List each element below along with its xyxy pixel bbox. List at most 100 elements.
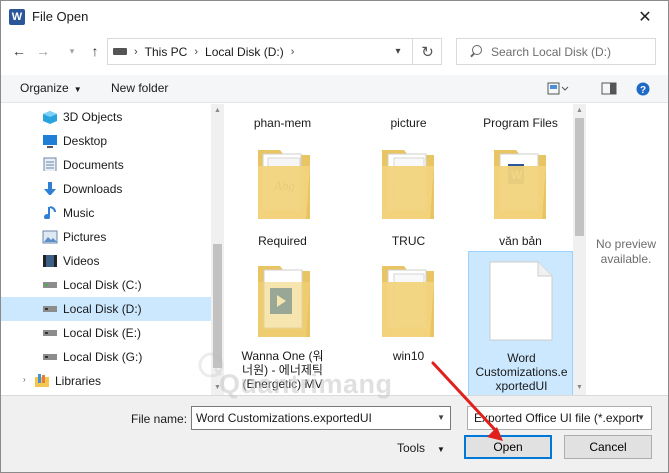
sidebar-item-documents[interactable]: Documents: [1, 153, 211, 177]
arrow-left-icon: ←: [12, 43, 26, 59]
chevron-right-icon: ›: [134, 45, 138, 58]
caret-down-icon: ▼: [73, 85, 82, 94]
folder-icon: Abg: [258, 150, 310, 219]
chevron-down-icon: ▼: [637, 413, 645, 422]
folder-item-truc[interactable]: TRUC: [356, 140, 461, 250]
organize-button[interactable]: Organize ▼: [20, 81, 82, 95]
downloads-icon: [44, 182, 56, 195]
sidebar-item-libraries[interactable]: › Libraries: [1, 369, 211, 393]
sidebar-item-desktop[interactable]: Desktop: [1, 129, 211, 153]
open-button[interactable]: Open: [464, 435, 552, 459]
scroll-down-icon[interactable]: ▼: [211, 381, 224, 395]
arrow-right-icon: →: [36, 43, 50, 59]
drive-icon: [43, 330, 57, 336]
chevron-down-icon[interactable]: ▼: [437, 413, 445, 422]
arrow-up-icon: ↑: [91, 43, 99, 59]
sidebar-item-label: Local Disk (E:): [63, 326, 142, 340]
word-app-icon: W: [9, 9, 25, 25]
file-name-label: File name:: [131, 412, 188, 426]
change-view-button[interactable]: [547, 82, 569, 99]
folder-picture-label[interactable]: picture: [356, 116, 461, 130]
forward-button[interactable]: →: [33, 41, 53, 61]
file-name-input[interactable]: [196, 411, 426, 425]
new-folder-button[interactable]: New folder: [111, 81, 168, 95]
sidebar-item-label: Videos: [63, 254, 100, 268]
folder-label: TRUC: [391, 234, 426, 248]
folder-item-wanna-one[interactable]: Wanna One (워 너원) - 에너제틱 (Energetic) MV: [230, 256, 335, 394]
sidebar-item-label: Local Disk (C:): [63, 278, 142, 292]
scroll-down-icon[interactable]: ▼: [573, 381, 586, 395]
scroll-up-icon[interactable]: ▲: [573, 104, 586, 118]
sidebar-item-label: Documents: [63, 158, 124, 172]
navigation-bar: ← → ▾ ↑ › This PC › Local Disk (D:) › ▾ …: [1, 32, 668, 72]
breadcrumb-local-disk-d[interactable]: Local Disk (D:): [205, 45, 284, 59]
folder-phan-mem-label[interactable]: phan-mem: [230, 116, 335, 130]
file-type-value: Exported Office UI file (*.export: [474, 411, 640, 425]
command-toolbar: Organize ▼ New folder ?: [1, 75, 668, 103]
navigation-pane: 3D Objects Desktop Documents Downloads M…: [1, 104, 224, 395]
sidebar-item-label: Pictures: [63, 230, 107, 244]
sidebar-item-label: Music: [63, 206, 95, 220]
view-icon: [547, 82, 569, 95]
preview-text-line: available.: [600, 252, 652, 266]
sidebar-item-label: Downloads: [63, 182, 123, 196]
sidebar-item-local-disk-c[interactable]: Local Disk (C:): [1, 273, 211, 297]
chevron-down-icon: ▾: [395, 46, 401, 57]
tools-menu-button[interactable]: Tools ▼: [397, 441, 445, 455]
tools-label: Tools: [397, 441, 426, 455]
search-box[interactable]: [456, 38, 656, 65]
file-label-line: Customizations.e: [475, 365, 568, 379]
help-icon: ?: [636, 82, 650, 96]
sidebar-item-3d-objects[interactable]: 3D Objects: [1, 105, 211, 129]
libraries-icon: [35, 374, 49, 387]
scrollbar-thumb[interactable]: [213, 244, 222, 368]
chevron-right-icon: ›: [290, 45, 295, 58]
preview-pane-button[interactable]: [601, 82, 617, 99]
sidebar-item-pictures[interactable]: Pictures: [1, 225, 211, 249]
sidebar-item-local-disk-e[interactable]: Local Disk (E:): [1, 321, 211, 345]
folder-label: văn bản: [499, 234, 542, 248]
expand-chevron-icon: ›: [23, 375, 26, 384]
window-title: File Open: [32, 9, 89, 24]
file-name-field[interactable]: ▼: [191, 406, 451, 430]
folder-label-line: 너원) - 에너제틱: [242, 363, 323, 377]
folder-item-required[interactable]: Abg Required: [230, 140, 335, 250]
refresh-button[interactable]: ↻: [412, 38, 442, 65]
videos-icon: [43, 255, 57, 267]
drive-icon: [113, 48, 127, 55]
sidebar-item-videos[interactable]: Videos: [1, 249, 211, 273]
sidebar-item-music[interactable]: Music: [1, 201, 211, 225]
sidebar-scrollbar[interactable]: ▲ ▼: [211, 104, 224, 395]
file-type-select[interactable]: Exported Office UI file (*.export ▼: [467, 406, 652, 430]
folder-item-win10[interactable]: win10: [356, 256, 461, 366]
close-button[interactable]: ✕: [622, 1, 668, 32]
sidebar-item-local-disk-d[interactable]: Local Disk (D:): [1, 297, 211, 321]
sidebar-item-downloads[interactable]: Downloads: [1, 177, 211, 201]
chevron-down-icon: ▾: [69, 45, 75, 56]
organize-label: Organize: [20, 81, 69, 95]
scrollbar-thumb[interactable]: [575, 118, 584, 236]
sidebar-item-label: Desktop: [63, 134, 108, 148]
address-dropdown-button[interactable]: ▾: [388, 38, 408, 65]
help-button[interactable]: ?: [636, 82, 650, 99]
breadcrumb-this-pc[interactable]: This PC: [145, 45, 188, 59]
file-item-word-customizations[interactable]: Word Customizations.e xportedUI: [468, 251, 573, 395]
folder-icon: W: [494, 150, 546, 219]
folder-program-files-label[interactable]: Program Files: [468, 116, 573, 130]
bottom-panel: File name: ▼ Exported Office UI file (*.…: [1, 395, 668, 472]
up-button[interactable]: ↑: [85, 41, 105, 61]
recent-locations-button[interactable]: ▾: [62, 41, 82, 61]
search-input[interactable]: [491, 44, 651, 59]
3d-objects-icon: [43, 111, 57, 124]
scroll-up-icon[interactable]: ▲: [211, 104, 224, 118]
sidebar-item-label: Local Disk (D:): [63, 302, 142, 316]
back-button[interactable]: ←: [9, 41, 29, 61]
folder-item-van-ban[interactable]: W văn bản: [468, 140, 573, 250]
cancel-button[interactable]: Cancel: [564, 435, 652, 459]
svg-text:?: ?: [640, 85, 646, 96]
chevron-right-icon: ›: [194, 45, 199, 58]
file-open-dialog: W File Open ✕ ← → ▾ ↑ › This PC › Local …: [0, 0, 669, 473]
folder-label: Required: [258, 234, 307, 248]
file-label-line: xportedUI: [495, 379, 548, 393]
sidebar-item-local-disk-g[interactable]: Local Disk (G:): [1, 345, 211, 369]
